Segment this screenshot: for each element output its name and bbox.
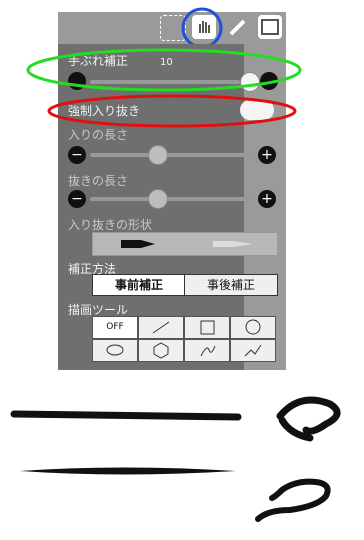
annotation-red-ellipse — [47, 94, 297, 128]
taper-out-knob[interactable] — [148, 189, 168, 209]
sample-line-uniform — [10, 410, 242, 421]
taper-shape-selector[interactable] — [92, 232, 278, 256]
correction-pre-button[interactable]: 事前補正 — [92, 274, 186, 296]
annotation-green-ellipse — [26, 48, 302, 92]
taper-shape-label: 入り抜きの形状 — [68, 218, 153, 232]
tool-ellipse-button[interactable] — [92, 339, 138, 362]
taper-out-label: 抜きの長さ — [68, 174, 129, 188]
tool-line-button[interactable] — [138, 316, 184, 339]
taper-in-minus-button[interactable]: − — [68, 146, 86, 164]
taper-out-minus-button[interactable]: − — [68, 190, 86, 208]
taper-out-track[interactable] — [90, 197, 270, 201]
taper-in-knob[interactable] — [148, 145, 168, 165]
taper-in-label: 入りの長さ — [68, 128, 129, 142]
tool-off-label: OFF — [106, 322, 124, 332]
sample-curve-uniform — [276, 396, 341, 442]
draw-tool-grid: OFF — [92, 316, 276, 362]
tool-curve-button[interactable] — [184, 339, 230, 362]
tool-circle-button[interactable] — [230, 316, 276, 339]
image-icon[interactable] — [258, 15, 282, 39]
stroke-samples — [10, 396, 341, 522]
sample-curve-tapered — [255, 478, 331, 522]
pencil-icon[interactable] — [226, 15, 250, 39]
tool-polygon-button[interactable] — [138, 339, 184, 362]
correction-post-button[interactable]: 事後補正 — [184, 274, 278, 296]
toolbar — [58, 12, 286, 44]
tool-polyline-button[interactable] — [230, 339, 276, 362]
sample-line-tapered — [20, 467, 236, 475]
taper-out-plus-button[interactable]: + — [258, 190, 276, 208]
taper-in-track[interactable] — [90, 153, 270, 157]
tool-off-button[interactable]: OFF — [92, 316, 138, 339]
taper-in-plus-button[interactable]: + — [258, 146, 276, 164]
tool-rectangle-button[interactable] — [184, 316, 230, 339]
